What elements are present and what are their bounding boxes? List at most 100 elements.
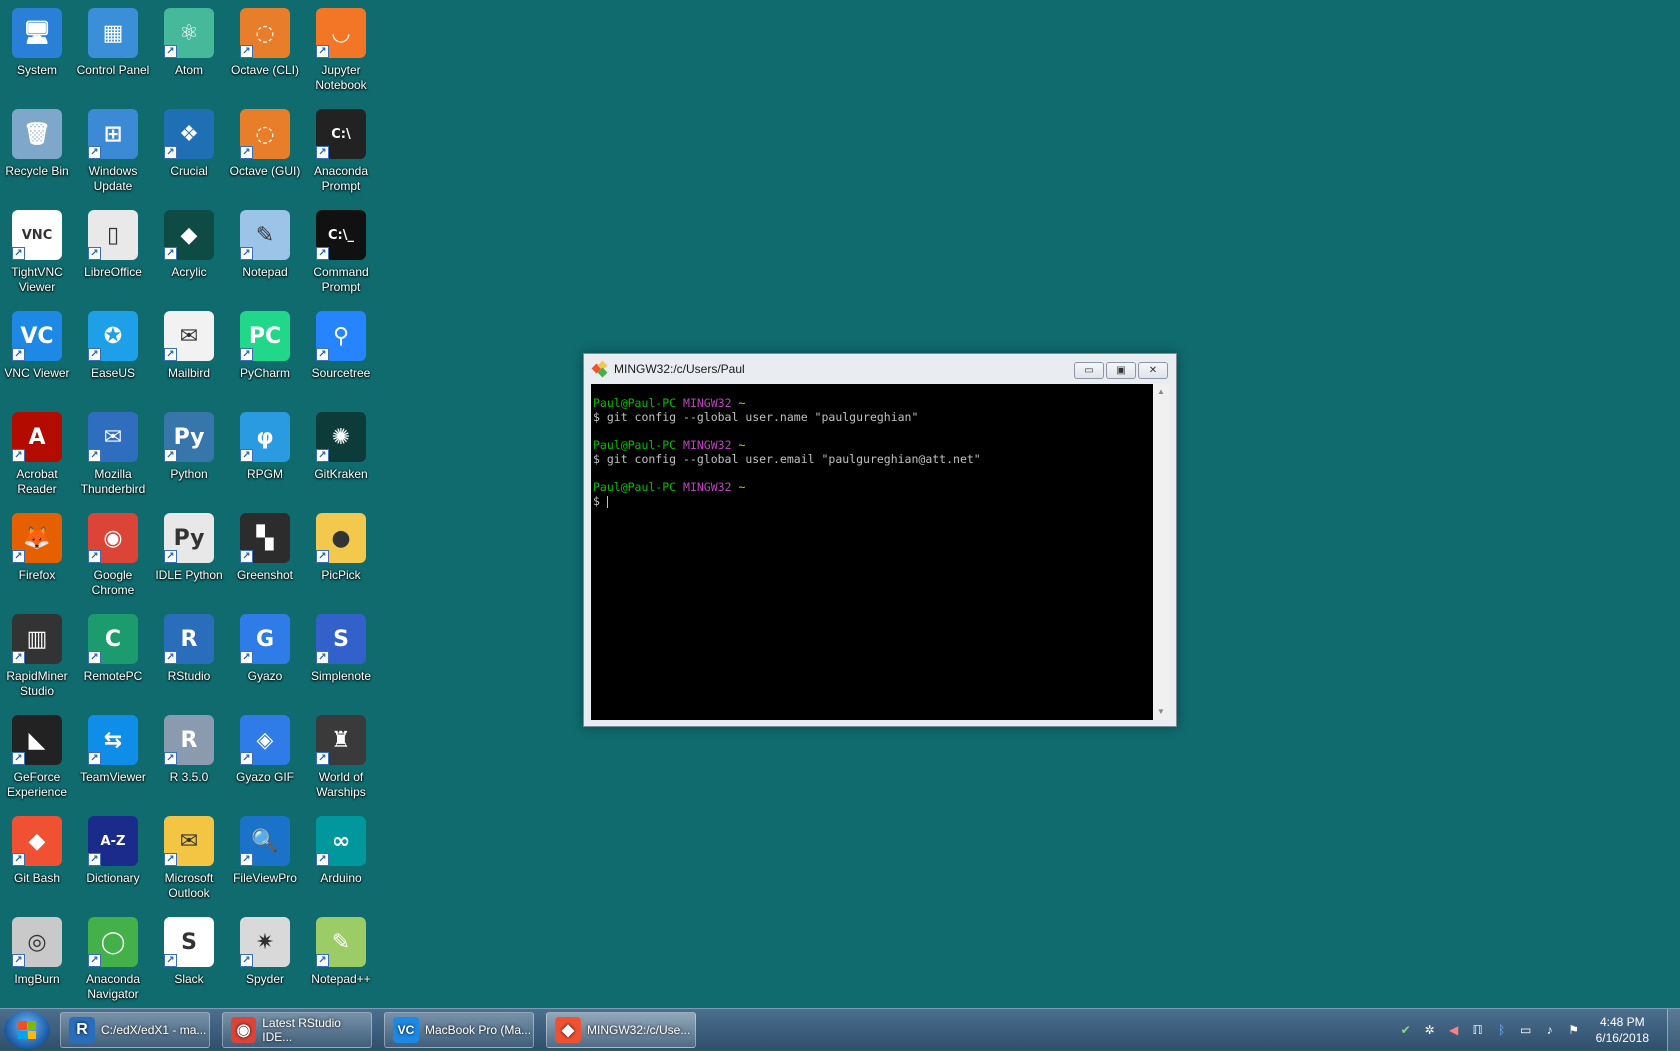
shortcut-arrow-icon: ↗ [316, 651, 329, 664]
easeus-icon: ✪ ↗ [88, 311, 138, 361]
desktop-icon-r-3-5-0[interactable]: R ↗ R 3.5.0 [151, 709, 227, 805]
desktop-icon-simplenote[interactable]: S ↗ Simplenote [303, 608, 379, 704]
shortcut-arrow-icon: ↗ [316, 954, 329, 967]
check-icon[interactable]: ✔ [1398, 1022, 1414, 1038]
anaconda-navigator-icon: ◯ ↗ [88, 917, 138, 967]
desktop-icon-libreoffice[interactable]: ▯ ↗ LibreOffice [75, 204, 151, 300]
taskbar-item[interactable]: R C:/edX/edX1 - ma... [60, 1012, 210, 1048]
desktop-icon-idle-python[interactable]: Py ↗ IDLE Python [151, 507, 227, 603]
desktop-icon-python[interactable]: Py ↗ Python [151, 406, 227, 502]
desktop-icon-geforce-experience[interactable]: ◣ ↗ GeForce Experience [0, 709, 75, 805]
bluetooth-icon[interactable]: ᛒ [1494, 1022, 1510, 1038]
terminal-window[interactable]: MINGW32:/c/Users/Paul ▭ ▣ ✕ Paul@Paul-PC… [583, 353, 1177, 727]
desktop-icon-teamviewer[interactable]: ⇆ ↗ TeamViewer [75, 709, 151, 805]
desktop-icon-arduino[interactable]: ∞ ↗ Arduino [303, 810, 379, 906]
shortcut-arrow-icon: ↗ [240, 449, 253, 462]
speaker-app-icon[interactable]: ◀ [1446, 1022, 1462, 1038]
desktop-icon-octave-gui[interactable]: ◌ ↗ Octave (GUI) [227, 103, 303, 199]
sourcetree-icon: ⚲ ↗ [316, 311, 366, 361]
shortcut-arrow-icon: ↗ [164, 550, 177, 563]
taskbar-item[interactable]: ◉ Latest RStudio IDE... [222, 1012, 372, 1048]
desktop-icon-jupyter-notebook[interactable]: ◡ ↗ Jupyter Notebook [303, 2, 379, 98]
desktop-icon-label: Greenshot [236, 568, 294, 582]
desktop-icon-mailbird[interactable]: ✉ ↗ Mailbird [151, 305, 227, 401]
desktop-icon-picpick[interactable]: ● ↗ PicPick [303, 507, 379, 603]
desktop-icon-label: Mailbird [167, 366, 210, 380]
desktop-icon-rpgm[interactable]: φ ↗ RPGM [227, 406, 303, 502]
settings-gear-icon[interactable]: ✲ [1422, 1022, 1438, 1038]
taskbar-item[interactable]: VC MacBook Pro (Ma... [384, 1012, 534, 1048]
desktop-icon-crucial[interactable]: ❖ ↗ Crucial [151, 103, 227, 199]
desktop-icon-windows-update[interactable]: ⊞ ↗ Windows Update [75, 103, 151, 199]
close-button[interactable]: ✕ [1138, 362, 1168, 379]
desktop-icon-slack[interactable]: S ↗ Slack [151, 911, 227, 1007]
desktop-icon-notepad[interactable]: ✎ ↗ Notepad++ [303, 911, 379, 1007]
desktop-icon-label: Octave (GUI) [229, 164, 301, 178]
desktop-icon-label: Atom [174, 63, 203, 77]
desktop-icon-label: Notepad [242, 265, 288, 279]
vertical-scrollbar[interactable]: ▲ ▼ [1153, 384, 1169, 720]
desktop-icon-sourcetree[interactable]: ⚲ ↗ Sourcetree [303, 305, 379, 401]
desktop-icon-pycharm[interactable]: PC ↗ PyCharm [227, 305, 303, 401]
desktop-icon-world-of-warships[interactable]: ♜ ↗ World of Warships [303, 709, 379, 805]
desktop-icon-mozilla-thunderbird[interactable]: ✉ ↗ Mozilla Thunderbird [75, 406, 151, 502]
terminal-output[interactable]: Paul@Paul-PC MINGW32 ~ $ git config --gl… [591, 384, 1155, 720]
desktop-icon-gyazo-gif[interactable]: ◈ ↗ Gyazo GIF [227, 709, 303, 805]
shortcut-arrow-icon: ↗ [240, 853, 253, 866]
desktop-icon-git-bash[interactable]: ◆ ↗ Git Bash [0, 810, 75, 906]
world-of-warships-icon: ♜ ↗ [316, 715, 366, 765]
desktop-icon-gyazo[interactable]: G ↗ Gyazo [227, 608, 303, 704]
desktop-icon-remotepc[interactable]: C ↗ RemotePC [75, 608, 151, 704]
desktop-icon-label: RStudio [167, 669, 211, 683]
desktop-icon-tightvnc-viewer[interactable]: VNC ↗ TightVNC Viewer [0, 204, 75, 300]
desktop-icon-vnc-viewer[interactable]: VC ↗ VNC Viewer [0, 305, 75, 401]
maximize-button[interactable]: ▣ [1106, 362, 1136, 379]
shortcut-arrow-icon: ↗ [240, 348, 253, 361]
shortcut-arrow-icon: ↗ [88, 449, 101, 462]
scroll-up-icon[interactable]: ▲ [1153, 384, 1169, 400]
action-center-flag-icon[interactable]: ⚑ [1566, 1022, 1582, 1038]
desktop-icon-spyder[interactable]: ✷ ↗ Spyder [227, 911, 303, 1007]
desktop-icon-fileviewpro[interactable]: 🔍 ↗ FileViewPro [227, 810, 303, 906]
desktop-icon-gitkraken[interactable]: ✺ ↗ GitKraken [303, 406, 379, 502]
desktop-icon-atom[interactable]: ⚛ ↗ Atom [151, 2, 227, 98]
clock[interactable]: 4:48 PM 6/16/2018 [1596, 1014, 1649, 1046]
shortcut-arrow-icon: ↗ [316, 146, 329, 159]
desktop-icon-google-chrome[interactable]: ◉ ↗ Google Chrome [75, 507, 151, 603]
taskbar-app-icon: ◆ [555, 1017, 581, 1043]
desktop-icon-anaconda-prompt[interactable]: C:\ ↗ Anaconda Prompt [303, 103, 379, 199]
desktop-icon-greenshot[interactable]: ▚ ↗ Greenshot [227, 507, 303, 603]
volume-icon[interactable]: ♪ [1542, 1022, 1558, 1038]
show-desktop-button[interactable] [1667, 1009, 1680, 1051]
shortcut-arrow-icon: ↗ [316, 550, 329, 563]
anaconda-prompt-icon: C:\ ↗ [316, 109, 366, 159]
minimize-button[interactable]: ▭ [1074, 362, 1104, 379]
desktop-icon-system[interactable]: 🖥 System [0, 2, 75, 98]
desktop-icon-firefox[interactable]: 🦊 ↗ Firefox [0, 507, 75, 603]
start-button[interactable] [4, 1011, 50, 1049]
desktop-icon-acrylic[interactable]: ◆ ↗ Acrylic [151, 204, 227, 300]
desktop-icon-recycle-bin[interactable]: 🗑 Recycle Bin [0, 103, 75, 199]
command-prompt-icon: C:\_ ↗ [316, 210, 366, 260]
desktop-icon-dictionary[interactable]: A-Z ↗ Dictionary [75, 810, 151, 906]
desktop-icon-rstudio[interactable]: R ↗ RStudio [151, 608, 227, 704]
desktop-icon-imgburn[interactable]: ◎ ↗ ImgBurn [0, 911, 75, 1007]
desktop-icon-anaconda-navigator[interactable]: ◯ ↗ Anaconda Navigator [75, 911, 151, 1007]
taskbar-item[interactable]: ◆ MINGW32:/c/Use... [546, 1012, 696, 1048]
desktop-icon-microsoft-outlook[interactable]: ✉ ↗ Microsoft Outlook [151, 810, 227, 906]
language-icon[interactable]: ℿ [1470, 1022, 1486, 1038]
desktop-icon-label: Anaconda Prompt [313, 164, 369, 193]
idle-python-icon: Py ↗ [164, 513, 214, 563]
taskbar-item-label: MacBook Pro (Ma... [425, 1023, 532, 1037]
shortcut-arrow-icon: ↗ [88, 853, 101, 866]
desktop-icon-command-prompt[interactable]: C:\_ ↗ Command Prompt [303, 204, 379, 300]
scroll-down-icon[interactable]: ▼ [1153, 704, 1169, 720]
desktop-icon-octave-cli[interactable]: ◌ ↗ Octave (CLI) [227, 2, 303, 98]
desktop-icon-rapidminer-studio[interactable]: ▥ ↗ RapidMiner Studio [0, 608, 75, 704]
desktop-icon-label: IDLE Python [155, 568, 223, 582]
desktop-icon-acrobat-reader[interactable]: A ↗ Acrobat Reader [0, 406, 75, 502]
desktop-icon-easeus[interactable]: ✪ ↗ EaseUS [75, 305, 151, 401]
network-icon[interactable]: ▭ [1518, 1022, 1534, 1038]
desktop-icon-notepad[interactable]: ✎ ↗ Notepad [227, 204, 303, 300]
desktop-icon-control-panel[interactable]: ▦ Control Panel [75, 2, 151, 98]
